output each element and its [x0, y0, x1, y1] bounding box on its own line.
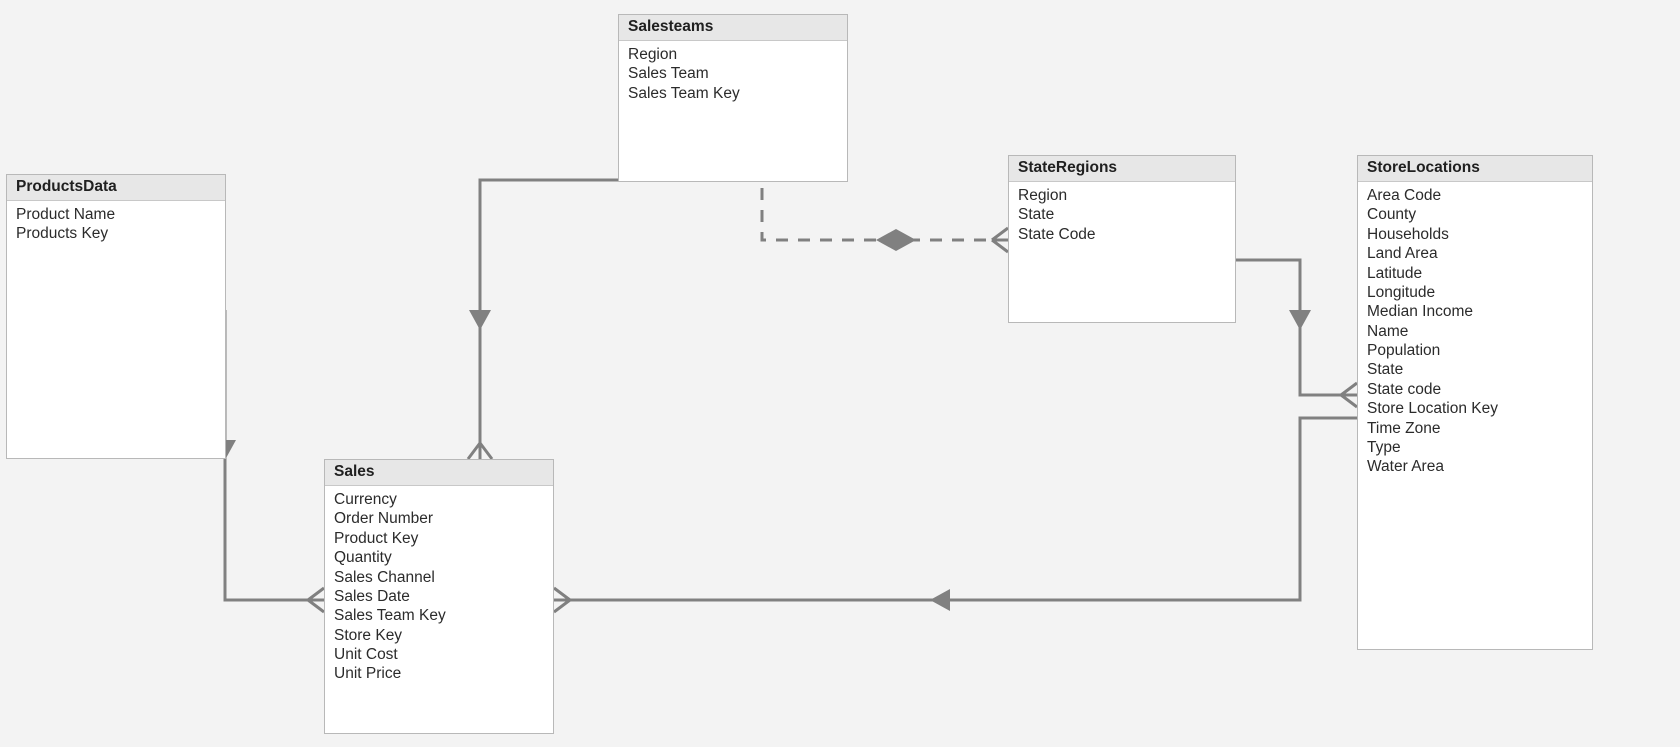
field-row: Region: [1018, 186, 1226, 205]
entity-body: Region State State Code: [1009, 182, 1235, 250]
field-row: State Code: [1018, 225, 1226, 244]
field-row: Area Code: [1367, 186, 1583, 205]
entity-body: Currency Order Number Product Key Quanti…: [325, 486, 553, 690]
field-row: Sales Team Key: [628, 84, 838, 103]
relationship-salesteams-sales: [468, 180, 618, 459]
entity-body: Area Code County Households Land Area La…: [1358, 182, 1592, 483]
field-row: Unit Price: [334, 664, 544, 683]
field-row: Sales Date: [334, 587, 544, 606]
entity-header: ProductsData: [7, 175, 225, 201]
field-row: Median Income: [1367, 302, 1583, 321]
field-row: Type: [1367, 438, 1583, 457]
field-row: Population: [1367, 341, 1583, 360]
field-row: State: [1367, 360, 1583, 379]
field-row: Time Zone: [1367, 419, 1583, 438]
field-row: Store Location Key: [1367, 399, 1583, 418]
field-row: Order Number: [334, 509, 544, 528]
entity-header: Sales: [325, 460, 553, 486]
field-row: Store Key: [334, 626, 544, 645]
entity-header: Salesteams: [619, 15, 847, 41]
field-row: Land Area: [1367, 244, 1583, 263]
field-row: State: [1018, 205, 1226, 224]
field-row: Unit Cost: [334, 645, 544, 664]
field-row: Water Area: [1367, 457, 1583, 476]
diagram-canvas: ProductsData Product Name Products Key S…: [0, 0, 1680, 747]
field-row: County: [1367, 205, 1583, 224]
relationship-productsdata-sales: [214, 310, 324, 612]
entity-storelocations[interactable]: StoreLocations Area Code County Househol…: [1357, 155, 1593, 650]
entity-sales[interactable]: Sales Currency Order Number Product Key …: [324, 459, 554, 734]
field-row: Product Name: [16, 205, 216, 224]
entity-salesteams[interactable]: Salesteams Region Sales Team Sales Team …: [618, 14, 848, 182]
entity-header: StoreLocations: [1358, 156, 1592, 182]
field-row: Sales Channel: [334, 568, 544, 587]
field-row: Name: [1367, 322, 1583, 341]
entity-productsdata[interactable]: ProductsData Product Name Products Key: [6, 174, 226, 459]
entity-stateregions[interactable]: StateRegions Region State State Code: [1008, 155, 1236, 323]
field-row: Region: [628, 45, 838, 64]
entity-header: StateRegions: [1009, 156, 1235, 182]
field-row: Sales Team: [628, 64, 838, 83]
field-row: Currency: [334, 490, 544, 509]
relationship-storelocations-sales: [554, 418, 1357, 612]
field-row: Quantity: [334, 548, 544, 567]
field-row: Products Key: [16, 224, 216, 243]
field-row: Households: [1367, 225, 1583, 244]
field-row: Latitude: [1367, 264, 1583, 283]
field-row: State code: [1367, 380, 1583, 399]
field-row: Sales Team Key: [334, 606, 544, 625]
entity-body: Product Name Products Key: [7, 201, 225, 250]
relationship-stateregions-storelocations: [1236, 260, 1357, 407]
field-row: Product Key: [334, 529, 544, 548]
entity-body: Region Sales Team Sales Team Key: [619, 41, 847, 109]
field-row: Longitude: [1367, 283, 1583, 302]
